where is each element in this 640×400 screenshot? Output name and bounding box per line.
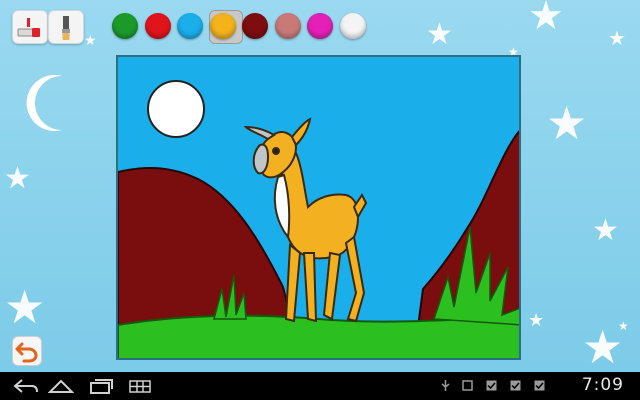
checkbox-icon xyxy=(486,380,497,391)
deer-eye xyxy=(272,147,280,155)
back-icon[interactable] xyxy=(12,378,40,394)
marker-tool-button[interactable] xyxy=(12,10,48,44)
star-decoration: ★ xyxy=(4,280,46,334)
paint-brush-icon xyxy=(62,16,70,40)
coloring-canvas[interactable] xyxy=(116,55,521,360)
color-swatch-rose[interactable] xyxy=(274,13,301,39)
system-nav-bar: 7:09 xyxy=(0,372,640,400)
undo-button[interactable] xyxy=(12,336,42,366)
coloring-picture[interactable] xyxy=(118,57,521,360)
color-swatch-white[interactable] xyxy=(339,13,366,39)
color-swatch-red[interactable] xyxy=(144,13,171,39)
usb-icon xyxy=(441,380,450,391)
deer-face-patch[interactable] xyxy=(252,143,270,175)
recent-apps-icon[interactable] xyxy=(88,378,114,394)
notification-icon xyxy=(462,380,473,391)
star-decoration: ★ xyxy=(592,213,619,248)
color-swatch-cyan[interactable] xyxy=(177,13,203,39)
status-clock: 7:09 xyxy=(581,375,624,395)
star-decoration: ★ xyxy=(618,319,629,333)
checkbox-icon xyxy=(510,380,521,391)
coloring-app: ★ ★ ★ ★ ★ ★ ★ ★ ★ ★ ★ ★ xyxy=(0,0,640,372)
star-decoration: ★ xyxy=(84,33,97,49)
checkbox-icon xyxy=(534,380,545,391)
color-swatch-maroon[interactable] xyxy=(242,13,268,39)
home-icon[interactable] xyxy=(48,378,74,394)
marker-icon xyxy=(17,18,40,37)
undo-arrow-icon xyxy=(15,342,38,363)
star-decoration: ★ xyxy=(4,161,31,196)
star-decoration: ★ xyxy=(528,310,545,331)
star-decoration: ★ xyxy=(546,96,588,150)
star-decoration: ★ xyxy=(426,17,453,52)
star-decoration: ★ xyxy=(608,26,626,50)
color-swatch-magenta[interactable] xyxy=(307,13,333,39)
menu-icon[interactable] xyxy=(128,378,152,394)
star-decoration: ★ xyxy=(528,0,564,39)
color-swatch-yellow[interactable] xyxy=(209,13,236,39)
moon-decoration xyxy=(26,75,62,131)
brush-tool-button[interactable] xyxy=(48,10,84,44)
color-swatch-green[interactable] xyxy=(112,13,138,39)
ground-grass[interactable] xyxy=(118,314,521,360)
sun[interactable] xyxy=(147,80,205,138)
